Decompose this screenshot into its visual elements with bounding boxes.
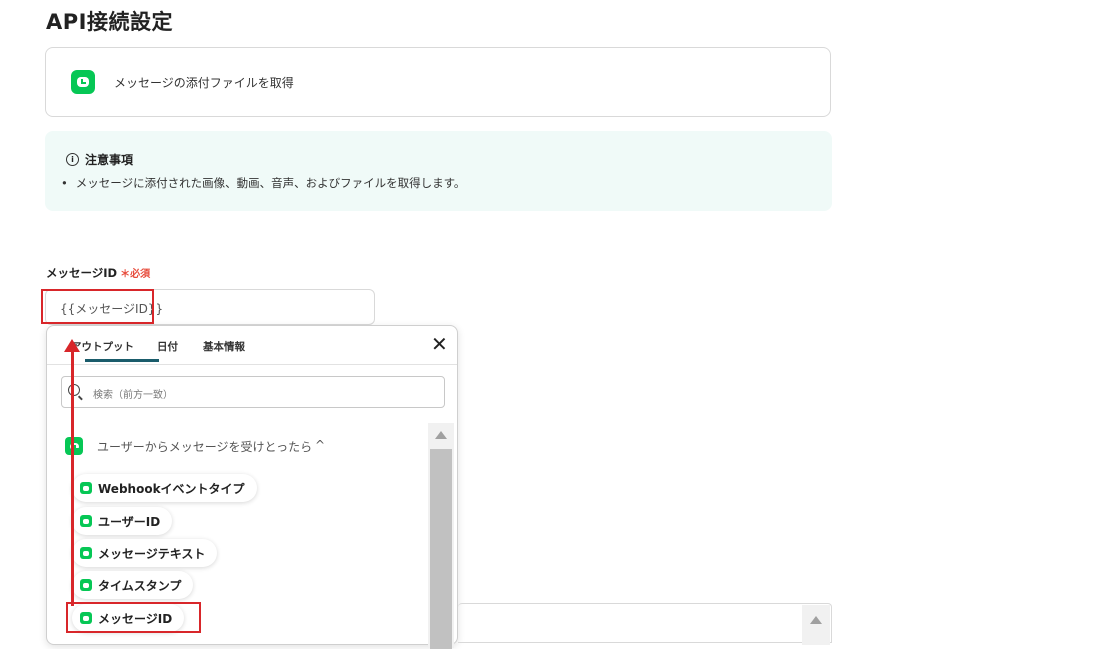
- notice-title: i 注意事項: [66, 151, 133, 168]
- required-label: 必須: [130, 269, 151, 280]
- scroll-up-icon[interactable]: [435, 431, 447, 439]
- action-card: メッセージの添付ファイルを取得: [45, 47, 831, 117]
- annotation-arrow-line: [71, 350, 74, 606]
- line-icon: [80, 515, 92, 527]
- group-label[interactable]: ユーザーからメッセージを受けとったら: [97, 438, 312, 455]
- tab-bar: アウトプット 日付 基本情報 ✕: [47, 326, 457, 365]
- line-icon: [80, 547, 92, 559]
- active-tab-underline: [85, 359, 159, 362]
- output-picker-dropdown: アウトプット 日付 基本情報 ✕ 検索（前方一致） ユーザーからメッセージを受け…: [46, 325, 458, 649]
- field-label: メッセージID ＊必須: [46, 265, 150, 281]
- output-item-timestamp[interactable]: タイムスタンプ: [72, 571, 194, 599]
- info-icon: i: [66, 153, 79, 166]
- search-input[interactable]: 検索（前方一致）: [61, 376, 445, 408]
- search-icon: [68, 384, 80, 396]
- annotation-highlight-input: [41, 289, 154, 324]
- tab-date[interactable]: 日付: [157, 339, 178, 354]
- output-item-message-text[interactable]: メッセージテキスト: [72, 539, 218, 567]
- tab-basic-info[interactable]: 基本情報: [203, 339, 245, 354]
- notice-title-text: 注意事項: [85, 153, 134, 167]
- tab-output[interactable]: アウトプット: [71, 339, 134, 354]
- chevron-up-icon[interactable]: ^: [315, 438, 325, 452]
- output-item-label: メッセージテキスト: [98, 546, 206, 561]
- field-label-text: メッセージID: [46, 266, 118, 280]
- output-item-user-id[interactable]: ユーザーID: [72, 507, 173, 535]
- required-mark: ＊: [120, 269, 131, 280]
- annotation-highlight-item: [66, 602, 201, 633]
- next-field-panel: [458, 603, 832, 645]
- notice-box: i 注意事項 メッセージに添付された画像、動画、音声、およびファイルを取得します…: [45, 131, 832, 211]
- page-title: API接続設定: [46, 10, 173, 34]
- output-item-label: ユーザーID: [98, 514, 161, 529]
- line-icon: [71, 70, 95, 94]
- output-item-webhook-event-type[interactable]: Webhookイベントタイプ: [72, 474, 257, 502]
- annotation-arrow-head: [64, 339, 80, 352]
- required-badge: ＊必須: [120, 269, 150, 280]
- search-placeholder: 検索（前方一致）: [93, 390, 173, 401]
- scrollbar[interactable]: [428, 423, 454, 649]
- close-icon[interactable]: ✕: [431, 334, 448, 354]
- scrollbar[interactable]: [802, 605, 830, 645]
- line-icon: [80, 579, 92, 591]
- output-item-label: Webhookイベントタイプ: [98, 481, 245, 496]
- scroll-up-icon[interactable]: [810, 616, 822, 624]
- line-icon: [80, 482, 92, 494]
- line-icon: [65, 437, 83, 455]
- output-item-label: タイムスタンプ: [98, 578, 182, 593]
- notice-item: メッセージに添付された画像、動画、音声、およびファイルを取得します。: [61, 175, 466, 191]
- action-label: メッセージの添付ファイルを取得: [114, 76, 294, 90]
- scroll-thumb[interactable]: [430, 449, 452, 649]
